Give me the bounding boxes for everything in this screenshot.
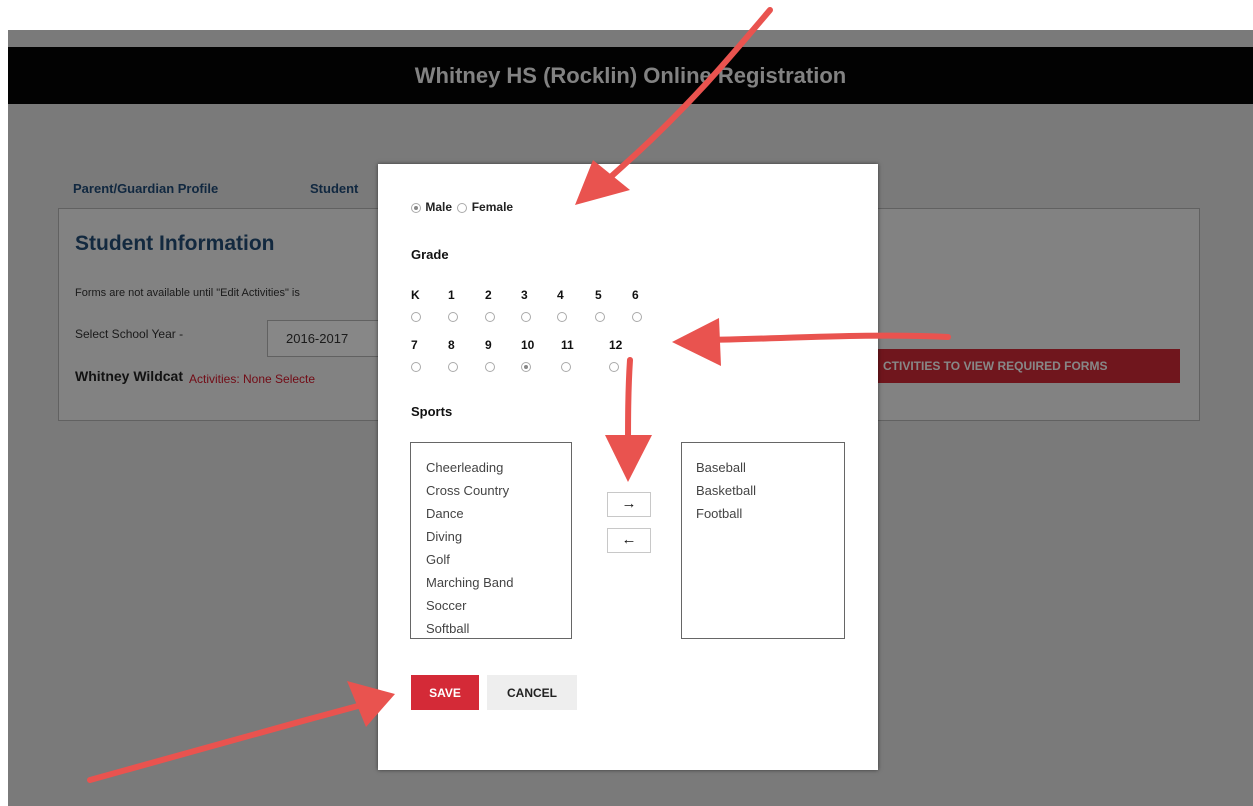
move-right-button[interactable]: → (607, 492, 651, 517)
grade-radio-10[interactable] (521, 362, 531, 372)
grade-option-2: 2 (485, 288, 513, 322)
grade-option-5: 5 (595, 288, 623, 322)
available-sport-item[interactable]: Cross Country (426, 479, 571, 502)
grade-label-4: 4 (557, 288, 564, 302)
grade-label-5: 5 (595, 288, 602, 302)
available-sport-item[interactable]: Dance (426, 502, 571, 525)
grade-radio-8[interactable] (448, 362, 458, 372)
female-radio[interactable] (457, 202, 468, 213)
arrow-left-icon: ← (621, 531, 637, 548)
grade-label-8: 8 (448, 338, 455, 352)
grade-label-12: 12 (609, 338, 623, 352)
grade-label-10: 10 (521, 338, 535, 352)
grade-option-10: 10 (521, 338, 549, 372)
grade-option-12: 12 (609, 338, 637, 372)
grade-label-3: 3 (521, 288, 528, 302)
save-button[interactable]: SAVE (411, 675, 479, 710)
edit-activities-dialog: Male Female Grade K 1 2 3 4 5 6 7 8 9 10… (378, 164, 878, 770)
available-sport-item[interactable]: Softball (426, 617, 571, 638)
cancel-button[interactable]: CANCEL (487, 675, 577, 710)
grade-radio-7[interactable] (411, 362, 421, 372)
grade-label-11: 11 (561, 338, 574, 352)
gender-options: Male Female (411, 200, 515, 214)
grade-radio-9[interactable] (485, 362, 495, 372)
male-radio[interactable] (411, 202, 421, 213)
grade-radio-11[interactable] (561, 362, 571, 372)
grade-label-k: K (411, 288, 420, 302)
grade-label-7: 7 (411, 338, 418, 352)
grade-option-8: 8 (448, 338, 476, 372)
grade-radio-5[interactable] (595, 312, 605, 322)
available-sport-item[interactable]: Golf (426, 548, 571, 571)
available-sports-list[interactable]: Cheerleading Cross Country Dance Diving … (410, 442, 572, 639)
selected-sport-item[interactable]: Football (696, 502, 844, 525)
grade-label-2: 2 (485, 288, 492, 302)
grade-radio-3[interactable] (521, 312, 531, 322)
arrow-right-icon: → (621, 495, 637, 512)
grade-option-9: 9 (485, 338, 513, 372)
grade-radio-k[interactable] (411, 312, 421, 322)
grade-radio-1[interactable] (448, 312, 458, 322)
grade-option-6: 6 (632, 288, 660, 322)
selected-sport-item[interactable]: Baseball (696, 456, 844, 479)
grade-label: Grade (411, 247, 449, 262)
grade-option-k: K (411, 288, 439, 322)
grade-option-11: 11 (561, 338, 589, 372)
grade-radio-2[interactable] (485, 312, 495, 322)
grade-radio-4[interactable] (557, 312, 567, 322)
grade-label-6: 6 (632, 288, 639, 302)
selected-sport-item[interactable]: Basketball (696, 479, 844, 502)
female-label: Female (471, 200, 514, 214)
sports-label: Sports (411, 404, 453, 419)
available-sport-item[interactable]: Soccer (426, 594, 571, 617)
grade-option-1: 1 (448, 288, 476, 322)
grade-label-9: 9 (485, 338, 492, 352)
grade-radio-12[interactable] (609, 362, 619, 372)
grade-option-4: 4 (557, 288, 585, 322)
grade-label-1: 1 (448, 288, 455, 302)
move-left-button[interactable]: ← (607, 528, 651, 553)
available-sport-item[interactable]: Cheerleading (426, 456, 571, 479)
grade-option-7: 7 (411, 338, 439, 372)
grade-option-3: 3 (521, 288, 549, 322)
available-sport-item[interactable]: Marching Band (426, 571, 571, 594)
male-label: Male (425, 200, 453, 214)
grade-radio-6[interactable] (632, 312, 642, 322)
available-sport-item[interactable]: Diving (426, 525, 571, 548)
selected-sports-list[interactable]: Baseball Basketball Football (681, 442, 845, 639)
